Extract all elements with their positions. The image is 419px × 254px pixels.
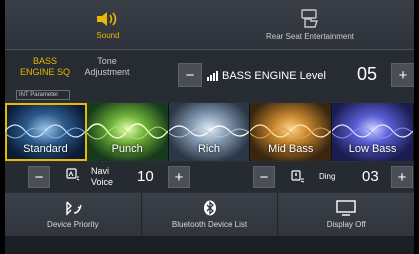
plus-icon: +: [398, 66, 408, 84]
ding-plus-button[interactable]: +: [391, 166, 413, 188]
minus-icon: −: [259, 168, 269, 186]
device-priority-label: Device Priority: [47, 220, 99, 229]
bass-engine-level-value: 05: [357, 64, 378, 84]
preset-label: Rich: [197, 143, 220, 155]
device-priority-icon: [66, 201, 82, 216]
minus-icon: −: [34, 168, 44, 186]
bluetooth-device-list-button[interactable]: Bluetooth Device List: [142, 193, 279, 236]
preset-label: Standard: [23, 143, 68, 155]
preset-standard[interactable]: Standard: [5, 103, 87, 161]
bluetooth-device-list-label: Bluetooth Device List: [171, 220, 248, 229]
plus-icon: +: [397, 168, 407, 186]
minus-icon: −: [185, 66, 195, 84]
ding-label: Ding: [319, 172, 336, 181]
navi-voice-plus-button[interactable]: +: [168, 166, 190, 188]
ding-value: 03: [362, 168, 379, 185]
tab-rear-seat-entertainment[interactable]: Rear Seat Entertainment: [235, 0, 385, 50]
bass-level-plus-button[interactable]: +: [391, 63, 414, 87]
plus-icon: +: [174, 168, 184, 186]
bottom-action-bar: Device Priority Bluetooth Device List Di…: [5, 193, 414, 236]
sound-settings-screen: Sound Rear Seat Entertainment BASS ENGIN…: [5, 0, 414, 254]
level-bars-icon: [207, 71, 218, 81]
preset-rich[interactable]: Rich: [168, 103, 251, 161]
device-priority-button[interactable]: Device Priority: [5, 193, 142, 236]
ding-icon: [291, 170, 305, 183]
bottom-strip: [5, 236, 414, 254]
display-off-button[interactable]: Display Off: [278, 193, 414, 236]
bass-engine-level-label: BASS ENGINE Level: [222, 70, 326, 82]
navi-voice-value: 10: [137, 168, 154, 185]
preset-label: Mid Bass: [268, 143, 314, 155]
navi-voice-icon: [66, 168, 80, 181]
preset-mid-bass[interactable]: Mid Bass: [250, 103, 333, 161]
int-parameter-button[interactable]: INT Parameter: [16, 90, 70, 100]
preset-low-bass[interactable]: Low Bass: [332, 103, 414, 161]
display-off-label: Display Off: [326, 220, 366, 229]
bass-level-minus-button[interactable]: −: [178, 63, 202, 87]
top-tab-bar: Sound Rear Seat Entertainment: [5, 0, 414, 50]
preset-list: Standard Punch Rich Mid Bass Low Bass: [5, 103, 414, 161]
preset-punch[interactable]: Punch: [86, 103, 169, 161]
preset-label: Punch: [111, 143, 143, 155]
display-off-icon: [336, 200, 356, 216]
tab-sound[interactable]: Sound: [53, 0, 163, 50]
rear-seat-entertainment-icon: [301, 9, 318, 28]
preset-label: Low Bass: [348, 143, 397, 155]
navi-voice-label: Navi Voice: [91, 166, 114, 187]
tab-tone-adjustment[interactable]: Tone Adjustment: [77, 56, 137, 84]
ding-minus-button[interactable]: −: [253, 166, 275, 188]
tab-rse-label: Rear Seat Entertainment: [265, 32, 355, 41]
bass-engine-level: BASS ENGINE Level: [207, 70, 326, 82]
bluetooth-icon: [203, 200, 216, 216]
tab-sound-label: Sound: [96, 31, 120, 40]
speaker-sound-icon: [97, 12, 117, 26]
tab-bass-engine-sq[interactable]: BASS ENGINE SQ: [15, 56, 75, 84]
navi-voice-minus-button[interactable]: −: [28, 166, 50, 188]
